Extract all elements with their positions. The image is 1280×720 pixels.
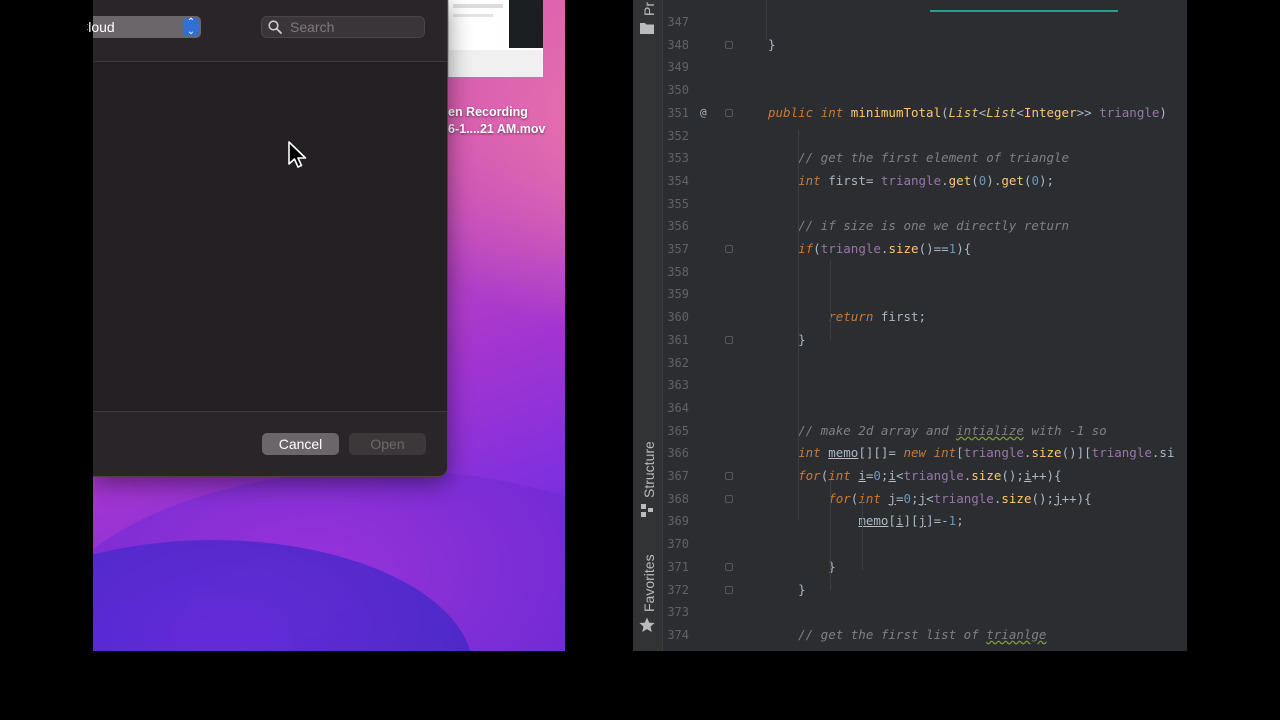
line-number: 349 xyxy=(667,60,689,75)
fold-marker-icon[interactable] xyxy=(725,562,733,571)
code-line[interactable]: int memo[][]= new int[triangle.size()][t… xyxy=(768,442,1174,464)
star-icon xyxy=(639,617,655,632)
line-number: 371 xyxy=(667,559,689,574)
favorites-tab-label: Favorites xyxy=(641,554,657,612)
fold-marker-icon[interactable] xyxy=(725,494,733,503)
line-number: 352 xyxy=(667,128,689,143)
line-number: 356 xyxy=(667,219,689,234)
line-number: 363 xyxy=(667,378,689,393)
line-number: 368 xyxy=(667,491,689,506)
line-number: 367 xyxy=(667,469,689,483)
line-number: 357 xyxy=(667,242,689,256)
mouse-pointer-icon xyxy=(288,141,307,168)
line-number: 373 xyxy=(667,605,689,620)
line-number: 354 xyxy=(667,173,689,188)
fold-marker-icon[interactable] xyxy=(725,245,733,253)
search-input[interactable] xyxy=(290,18,420,36)
code-line[interactable]: // make 2d array and intialize with -1 s… xyxy=(768,420,1107,442)
code-line[interactable]: for(int i=0;i<triangle.size();i++){ xyxy=(768,465,1061,487)
line-number: 347 xyxy=(667,15,689,29)
code-line[interactable]: int first= triangle.get(0).get(0); xyxy=(768,170,1054,192)
line-number: 366 xyxy=(667,446,689,461)
project-tool-tab[interactable]: Pr xyxy=(633,0,662,40)
open-file-dialog: iCloud ⌃⌄ Cancel Open xyxy=(87,0,448,477)
location-dropdown[interactable]: iCloud ⌃ ⌄ xyxy=(87,16,201,38)
line-number: 374 xyxy=(667,627,689,642)
code-line[interactable]: } xyxy=(768,329,806,351)
indent-guide xyxy=(798,130,799,520)
line-number: 369 xyxy=(667,514,689,529)
code-line[interactable]: public int minimumTotal(List<List<Intege… xyxy=(768,102,1167,124)
tool-window-strip: Pr Structure Favorites xyxy=(633,0,663,651)
line-number: 350 xyxy=(667,83,689,98)
line-number: 364 xyxy=(667,400,689,415)
annotation-marker-icon[interactable]: @ xyxy=(700,102,707,124)
indent-guide xyxy=(766,0,767,40)
line-number: 355 xyxy=(667,196,689,211)
file-browser-list[interactable] xyxy=(93,62,447,411)
search-icon xyxy=(268,20,282,34)
line-number: 351 xyxy=(667,105,689,120)
code-line[interactable]: // get the first list of trianlge xyxy=(768,624,1046,646)
fold-marker-icon[interactable] xyxy=(725,585,733,594)
line-number: 348 xyxy=(667,37,689,52)
file-thumbnail[interactable] xyxy=(448,0,543,77)
folder-icon xyxy=(640,23,654,34)
line-number: 353 xyxy=(667,151,689,166)
updown-chevron-icon: ⌃ ⌄ xyxy=(183,18,199,37)
line-number: 359 xyxy=(667,287,689,302)
line-number: 361 xyxy=(667,332,689,347)
favorites-tool-tab[interactable]: Favorites xyxy=(633,545,662,635)
location-label: iCloud xyxy=(75,19,115,35)
structure-tab-label: Structure xyxy=(641,441,657,498)
fold-marker-icon[interactable] xyxy=(725,40,733,49)
line-number: 358 xyxy=(667,264,689,279)
code-editor-window: Pr Structure Favorites 347 348} 349 350 351 p… xyxy=(633,0,1187,651)
fold-marker-icon[interactable] xyxy=(725,335,733,344)
file-label-line1: en Recording xyxy=(448,105,528,119)
line-number: 362 xyxy=(667,355,689,370)
line-number: 360 xyxy=(667,310,689,325)
code-line[interactable]: return first; xyxy=(768,306,926,328)
line-number: 365 xyxy=(667,423,689,438)
indent-guide xyxy=(862,500,863,570)
line-number: 372 xyxy=(667,582,689,597)
structure-icon xyxy=(641,504,653,517)
fold-marker-icon[interactable] xyxy=(725,472,733,480)
project-tab-label: Pr xyxy=(641,2,657,16)
code-line[interactable]: for(int j=0;j<triangle.size();j++){ xyxy=(768,488,1091,510)
fold-marker-icon[interactable] xyxy=(725,108,733,117)
search-field[interactable] xyxy=(261,16,425,38)
code-line[interactable]: } xyxy=(768,556,836,578)
code-line[interactable]: } xyxy=(768,34,776,56)
footer-divider xyxy=(93,411,447,412)
indent-guide xyxy=(830,260,831,340)
cancel-button[interactable]: Cancel xyxy=(262,433,339,455)
code-line[interactable]: // get the first element of triangle xyxy=(768,147,1069,169)
line-number: 370 xyxy=(667,537,689,552)
open-button[interactable]: Open xyxy=(349,433,426,455)
code-line[interactable]: // if size is one we directly return xyxy=(768,215,1069,237)
structure-tool-tab[interactable]: Structure xyxy=(633,430,662,520)
indent-guide xyxy=(830,480,831,590)
code-line[interactable]: } xyxy=(768,579,806,601)
file-label-line2: 6-1....21 AM.mov xyxy=(448,122,546,136)
scroll-indicator xyxy=(930,10,1118,12)
desktop-file-label[interactable]: en Recording 6-1....21 AM.mov xyxy=(448,104,565,138)
